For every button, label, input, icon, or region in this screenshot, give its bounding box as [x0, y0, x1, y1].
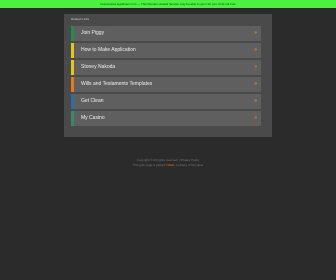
page: bestreviews.legitdirect.com — This Domai…: [0, 0, 336, 280]
double-chevron-right-icon[interactable]: »: [254, 94, 257, 109]
link-label[interactable]: Wills and Testaments Templates: [81, 77, 152, 92]
related-links-list: Join Piggy » How to Make Application » S…: [71, 26, 261, 128]
link-label[interactable]: Get Clean: [81, 94, 104, 109]
accent-bar: [71, 43, 74, 58]
footer-parked-line: This web page is parked FREE, courtesy o…: [0, 163, 336, 168]
double-chevron-right-icon[interactable]: »: [254, 77, 257, 92]
link-label[interactable]: My Casino: [81, 111, 105, 126]
double-chevron-right-icon[interactable]: »: [254, 26, 257, 41]
double-chevron-right-icon[interactable]: »: [254, 111, 257, 126]
accent-bar: [71, 111, 74, 126]
accent-bar: [71, 60, 74, 75]
link-item-get-clean[interactable]: Get Clean »: [71, 94, 261, 109]
footer-parked-suffix: , courtesy of Domains: [174, 163, 204, 167]
panel-title: Related Links: [71, 17, 90, 21]
domain-notice-bar[interactable]: bestreviews.legitdirect.com — This Domai…: [0, 0, 336, 8]
accent-bar: [71, 26, 74, 41]
accent-bar: [71, 77, 74, 92]
double-chevron-right-icon[interactable]: »: [254, 60, 257, 75]
link-label[interactable]: Stoney Nakoda: [81, 60, 115, 75]
link-label[interactable]: Join Piggy: [81, 26, 104, 41]
link-item-wills-and-testaments[interactable]: Wills and Testaments Templates »: [71, 77, 261, 92]
footer: Copyright © All rights reserved. | Priva…: [0, 158, 336, 168]
accent-bar: [71, 94, 74, 109]
link-item-how-to-make-application[interactable]: How to Make Application »: [71, 43, 261, 58]
domain-notice-text[interactable]: bestreviews.legitdirect.com — This Domai…: [100, 2, 235, 6]
related-links-panel: Related Links Join Piggy » How to Make A…: [64, 14, 272, 137]
link-label[interactable]: How to Make Application: [81, 43, 136, 58]
link-item-stoney-nakoda[interactable]: Stoney Nakoda »: [71, 60, 261, 75]
footer-free-link[interactable]: FREE: [166, 163, 174, 167]
link-item-join-piggy[interactable]: Join Piggy »: [71, 26, 261, 41]
footer-parked-prefix: This web page is parked: [132, 163, 167, 167]
link-item-my-casino[interactable]: My Casino »: [71, 111, 261, 126]
double-chevron-right-icon[interactable]: »: [254, 43, 257, 58]
